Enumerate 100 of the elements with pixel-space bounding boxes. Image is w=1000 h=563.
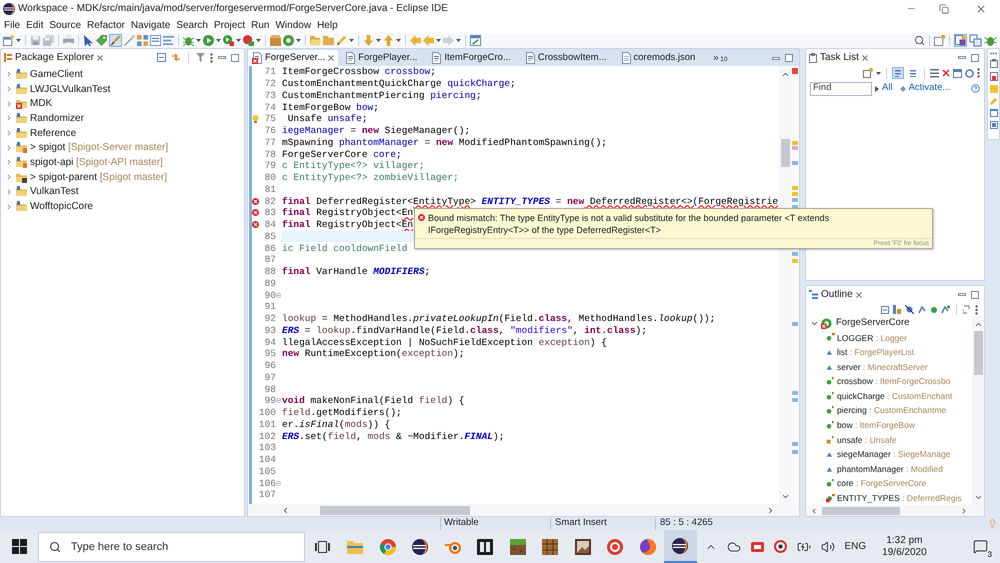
chevron-right-icon[interactable] [5,129,13,138]
sort-icon[interactable] [893,305,901,314]
view-tab[interactable]: Task List [806,49,872,66]
menu-item[interactable]: Project [211,18,248,32]
view-tab[interactable]: Package Explorer [1,49,107,66]
new-window-icon[interactable] [3,35,14,46]
chevron-right-icon[interactable] [5,188,13,196]
perspective-icon[interactable] [969,34,982,47]
tree-item[interactable]: Randomizer [30,110,84,126]
caret-down-icon[interactable] [196,39,201,42]
cloud-icon[interactable] [726,540,740,554]
lines-icon[interactable] [930,68,939,78]
package-icon[interactable] [270,35,281,46]
tree-item[interactable]: MDK [30,96,52,112]
search-field[interactable]: Type here to search [38,532,305,562]
collapse-icon[interactable] [276,398,281,404]
tree-item[interactable]: ENTITY_TYPES : DeferredRegis [837,492,962,505]
chevron-right-icon[interactable] [5,202,13,211]
hide-fields-icon[interactable] [905,305,914,314]
caret-down-icon[interactable] [296,39,301,42]
caret-down-icon[interactable] [876,72,881,74]
scroll-left-icon[interactable] [281,506,290,514]
window-icon[interactable] [953,68,962,78]
scroll-up-icon[interactable] [974,320,982,329]
collapse-all-icon[interactable] [881,306,889,314]
editor-tab[interactable]: ItemForgeCro... [424,50,518,66]
chevron-right-icon[interactable] [5,173,13,182]
caret-down-icon[interactable] [396,39,401,42]
link[interactable]: Activate... [908,81,950,96]
scroll-right-icon[interactable] [766,506,775,514]
maximize-icon[interactable] [231,54,239,62]
start-icon[interactable] [12,539,26,554]
maximize-icon[interactable] [785,54,793,62]
tree-item[interactable]: LOGGER : Logger [837,332,907,344]
editor-tab[interactable]: ForgeServer... [248,50,338,66]
hide-nonpublic-icon[interactable] [941,305,950,314]
view-menu-icon[interactable] [975,304,978,314]
run-icon[interactable] [203,35,214,46]
minimize-icon[interactable] [958,56,966,59]
tree-item[interactable]: server : MinecraftServer [837,360,928,374]
open-perspective-icon[interactable] [934,35,945,46]
editor-tab[interactable]: ForgePlayer... [338,50,424,66]
editor-tab[interactable]: coremods.json [614,50,702,66]
caret-down-icon[interactable] [456,39,461,42]
tag-icon[interactable] [96,35,107,46]
minimize-icon[interactable] [218,56,226,59]
tree-item[interactable]: siegeManager : SiegeManage [837,448,950,462]
editor-tab[interactable]: CrossbowItem... [518,50,614,66]
chevron-right-icon[interactable] [5,158,13,166]
wand-icon[interactable] [124,35,135,46]
collapse-icon[interactable] [276,480,281,486]
menu-item[interactable]: Run [248,18,272,32]
run-config-icon[interactable] [223,35,234,46]
ring-tray-icon[interactable] [774,540,786,553]
menu-item[interactable]: Edit [23,18,46,32]
task-view-icon[interactable] [314,540,330,552]
window-icon[interactable] [470,35,481,46]
view-tab[interactable]: Outline [806,286,866,303]
help-icon[interactable] [971,84,980,93]
tree-item[interactable]: > spigot-parent [Spigot master] [30,170,168,185]
delete-icon[interactable] [942,69,950,77]
triangle-right-icon[interactable] [875,86,879,92]
find-field[interactable]: Find [810,82,872,96]
bug-icon[interactable] [984,34,997,47]
chevron-right-icon[interactable] [5,144,13,152]
tree-item[interactable]: phantomManager : Modified [837,462,943,476]
maximize-icon[interactable] [971,290,979,298]
tree-item[interactable]: spigot-api [Spigot-API master] [30,154,163,170]
menu-item[interactable]: Source [46,18,84,32]
console-icon[interactable] [990,109,998,117]
pointer-icon[interactable] [83,35,94,46]
tree-item[interactable]: list : ForgePlayerList [837,346,914,359]
more-tabs-icon[interactable] [712,54,720,62]
scroll-up-icon[interactable] [780,70,790,79]
pencil-icon[interactable] [336,35,347,46]
scroll-down-icon[interactable] [974,493,982,502]
tree-item[interactable]: piercing : CustomEnchantme [837,404,946,418]
caret-down-icon[interactable] [376,39,381,42]
view-menu-icon[interactable] [977,68,980,78]
minimize-icon[interactable] [772,56,780,60]
tree-item[interactable]: crossbow : ItemForgeCrossbo [837,375,950,388]
menu-item[interactable]: Refactor [84,18,128,32]
menu-item[interactable]: Help [314,18,341,32]
maximize-icon[interactable] [971,54,979,62]
menu-item[interactable]: Search [173,18,211,32]
speaker-icon[interactable] [820,540,834,554]
tiles-icon[interactable] [137,35,148,46]
tree-item[interactable]: VulkanTest [30,184,79,200]
perspective-icon[interactable] [954,34,967,47]
tree-item[interactable]: core : ForgeServerCore [837,477,926,490]
app-tray-icon[interactable] [750,540,764,553]
hide-static-icon[interactable] [918,305,927,314]
dot-icon[interactable] [931,306,937,312]
tree-item[interactable]: LWJGLVulkanTest [30,82,110,97]
scroll-right-icon[interactable] [960,506,968,514]
clock-time[interactable]: 1:32 pm [886,534,922,546]
tree-item[interactable]: unsafe : Unsafe [837,434,897,446]
window-icon[interactable] [150,35,161,46]
caret-down-icon[interactable] [16,39,21,42]
ring-icon[interactable] [965,68,974,78]
